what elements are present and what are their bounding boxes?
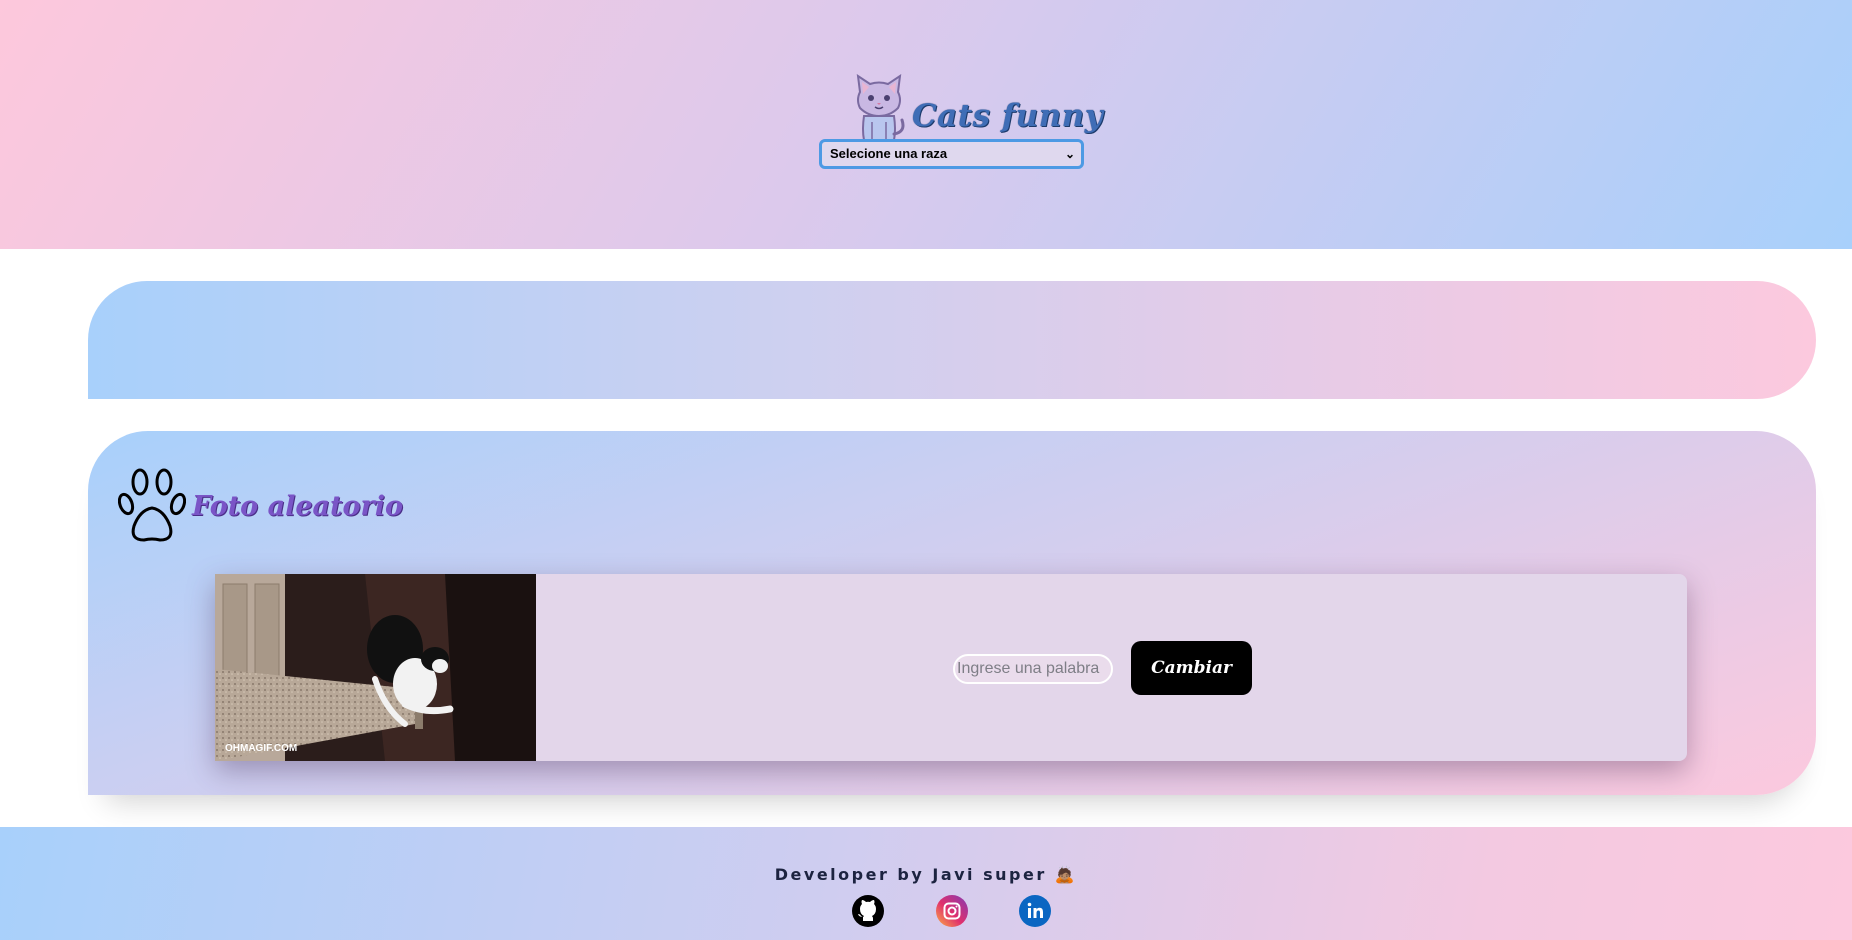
breed-select-value: Selecione una raza <box>830 146 948 161</box>
github-icon[interactable] <box>851 894 885 928</box>
cat-photo-illustration: OHMAGIF.COM <box>215 574 536 761</box>
paw-icon <box>118 468 186 542</box>
word-input[interactable]: Ingrese una palabra <box>953 654 1113 684</box>
brand: Cats funny <box>850 74 1103 144</box>
site-footer: Developer by Javi super 🙇🏽 <box>0 827 1852 940</box>
breed-info-band <box>88 281 1816 399</box>
chevron-down-icon: ⌄ <box>1064 147 1075 161</box>
site-header: Cats funny Selecione una raza ⌄ <box>0 0 1852 249</box>
cat-photo: OHMAGIF.COM <box>215 574 536 761</box>
linkedin-icon[interactable] <box>1018 894 1052 928</box>
change-button[interactable]: Cambiar <box>1131 641 1252 695</box>
breed-select[interactable]: Selecione una raza ⌄ <box>819 139 1084 169</box>
photo-watermark: OHMAGIF.COM <box>225 743 297 754</box>
random-photo-section: Foto aleatorio OHMAGIF.COM Ingrese una p… <box>88 431 1816 795</box>
app-title: Cats funny <box>912 98 1104 134</box>
instagram-icon[interactable] <box>935 894 969 928</box>
developer-credit: Developer by Javi super 🙇🏽 <box>774 865 1078 884</box>
cat-icon <box>856 74 905 141</box>
random-photo-card: OHMAGIF.COM Ingrese una palabra Cambiar <box>215 574 1687 761</box>
section-title: Foto aleatorio <box>192 491 403 522</box>
